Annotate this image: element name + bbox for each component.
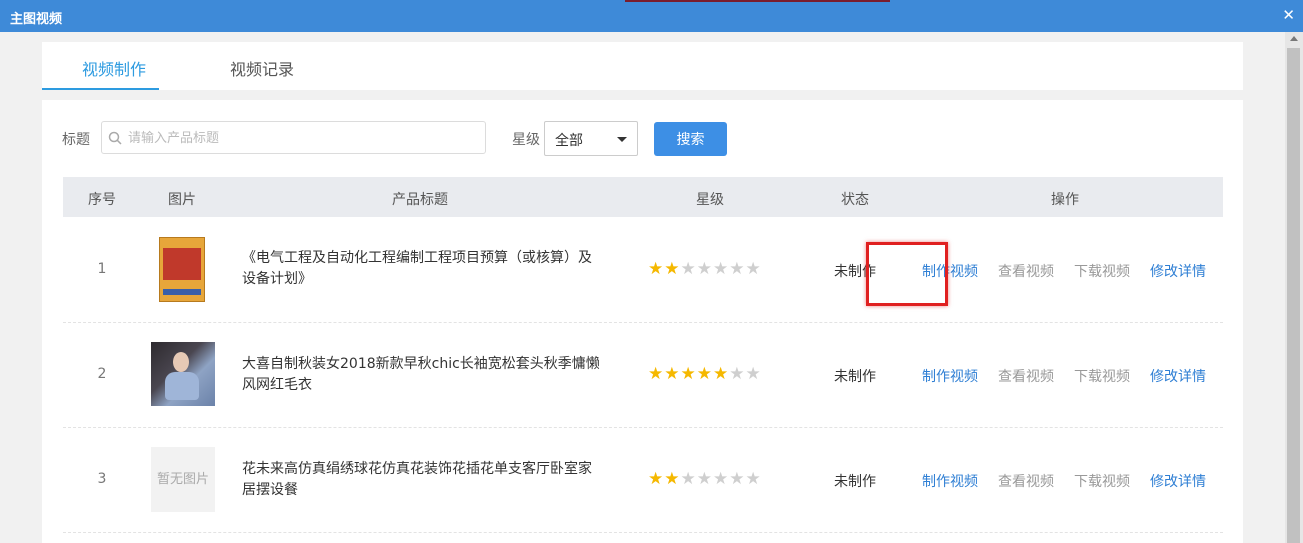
star-empty-icon: ★ <box>696 469 713 489</box>
star-filled-icon: ★ <box>664 364 681 384</box>
view-video-link[interactable]: 查看视频 <box>998 471 1054 491</box>
vertical-scrollbar[interactable] <box>1285 32 1303 543</box>
product-title: 《电气工程及自动化工程编制工程项目预算（或核算）及设备计划》 <box>242 250 592 287</box>
star-filled-icon: ★ <box>664 469 681 489</box>
header-status: 状态 <box>841 192 869 208</box>
star-empty-icon: ★ <box>745 364 762 384</box>
product-title: 大喜自制秋装女2018新款早秋chic长袖宽松套头秋季慵懒风网红毛衣 <box>242 356 600 393</box>
status-text: 未制作 <box>834 264 876 280</box>
header-product-title: 产品标题 <box>392 192 448 208</box>
title-filter-label: 标题 <box>62 132 90 148</box>
make-video-link[interactable]: 制作视频 <box>922 471 978 491</box>
status-text: 未制作 <box>834 474 876 490</box>
star-empty-icon: ★ <box>696 259 713 279</box>
star-level-select[interactable]: 全部 <box>544 121 638 156</box>
no-image-placeholder: 暂无图片 <box>151 447 215 512</box>
row-index: 2 <box>97 366 107 382</box>
search-icon <box>108 131 122 145</box>
star-empty-icon: ★ <box>729 469 746 489</box>
view-video-link[interactable]: 查看视频 <box>998 366 1054 386</box>
make-video-link[interactable]: 制作视频 <box>922 366 978 386</box>
header-actions: 操作 <box>1051 192 1079 208</box>
table-row: 1 《电气工程及自动化工程编制工程项目预算（或核算）及设备计划》 ★★★★★★★… <box>63 218 1223 323</box>
star-filled-icon: ★ <box>680 364 697 384</box>
background-strip <box>625 0 890 2</box>
star-level-selected: 全部 <box>555 133 583 149</box>
table-row: 3 暂无图片 花未来高仿真绢绣球花仿真花装饰花插花单支客厅卧室家居摆设餐 ★★★… <box>63 428 1223 533</box>
star-empty-icon: ★ <box>713 259 730 279</box>
download-video-link[interactable]: 下载视频 <box>1074 471 1130 491</box>
search-button[interactable]: 搜索 <box>654 122 727 156</box>
table-row: 2 大喜自制秋装女2018新款早秋chic长袖宽松套头秋季慵懒风网红毛衣 ★★★… <box>63 323 1223 428</box>
edit-details-link[interactable]: 修改详情 <box>1150 471 1206 491</box>
star-filled-icon: ★ <box>664 259 681 279</box>
view-video-link[interactable]: 查看视频 <box>998 261 1054 281</box>
row-index: 1 <box>97 261 107 277</box>
star-filled-icon: ★ <box>648 259 665 279</box>
star-empty-icon: ★ <box>745 259 762 279</box>
rating-stars: ★★★★★★★ <box>648 469 762 489</box>
header-index: 序号 <box>88 192 116 208</box>
star-filled-icon: ★ <box>713 364 730 384</box>
table-header: 序号 图片 产品标题 星级 状态 操作 <box>63 177 1223 217</box>
header-image: 图片 <box>168 192 196 208</box>
title-search-field[interactable] <box>101 121 486 155</box>
scrollbar-thumb[interactable] <box>1287 48 1300 543</box>
status-text: 未制作 <box>834 369 876 385</box>
make-video-link[interactable]: 制作视频 <box>922 261 978 281</box>
dialog-titlebar: 主图视频 ✕ <box>0 0 1303 32</box>
row-index: 3 <box>97 471 107 487</box>
title-search-input[interactable] <box>126 122 480 155</box>
download-video-link[interactable]: 下载视频 <box>1074 261 1130 281</box>
star-filled-icon: ★ <box>648 469 665 489</box>
star-filled-icon: ★ <box>648 364 665 384</box>
rating-stars: ★★★★★★★ <box>648 259 762 279</box>
star-empty-icon: ★ <box>729 259 746 279</box>
star-empty-icon: ★ <box>729 364 746 384</box>
star-filled-icon: ★ <box>696 364 713 384</box>
dialog-title: 主图视频 <box>10 12 63 27</box>
edit-details-link[interactable]: 修改详情 <box>1150 366 1206 386</box>
active-tab-indicator <box>42 88 159 90</box>
product-image-book <box>159 237 205 302</box>
tab-bar: 视频制作 视频记录 <box>42 42 1243 90</box>
star-empty-icon: ★ <box>745 469 762 489</box>
star-empty-icon: ★ <box>713 469 730 489</box>
product-image-photo <box>151 342 215 406</box>
star-empty-icon: ★ <box>680 469 697 489</box>
chevron-down-icon <box>617 137 627 142</box>
download-video-link[interactable]: 下载视频 <box>1074 366 1130 386</box>
edit-details-link[interactable]: 修改详情 <box>1150 261 1206 281</box>
product-title: 花未来高仿真绢绣球花仿真花装饰花插花单支客厅卧室家居摆设餐 <box>242 461 592 498</box>
tab-video-records[interactable]: 视频记录 <box>230 56 294 80</box>
star-filter-label: 星级 <box>512 132 540 148</box>
main-panel: 标题 星级 全部 搜索 序号 图片 产品标题 星级 状态 操作 1 《电气工程及… <box>42 100 1243 543</box>
scroll-up-icon[interactable] <box>1290 36 1298 41</box>
header-rating: 星级 <box>696 192 724 208</box>
star-empty-icon: ★ <box>680 259 697 279</box>
rating-stars: ★★★★★★★ <box>648 364 762 384</box>
close-icon[interactable]: ✕ <box>1282 6 1295 24</box>
tab-video-production[interactable]: 视频制作 <box>82 56 146 80</box>
